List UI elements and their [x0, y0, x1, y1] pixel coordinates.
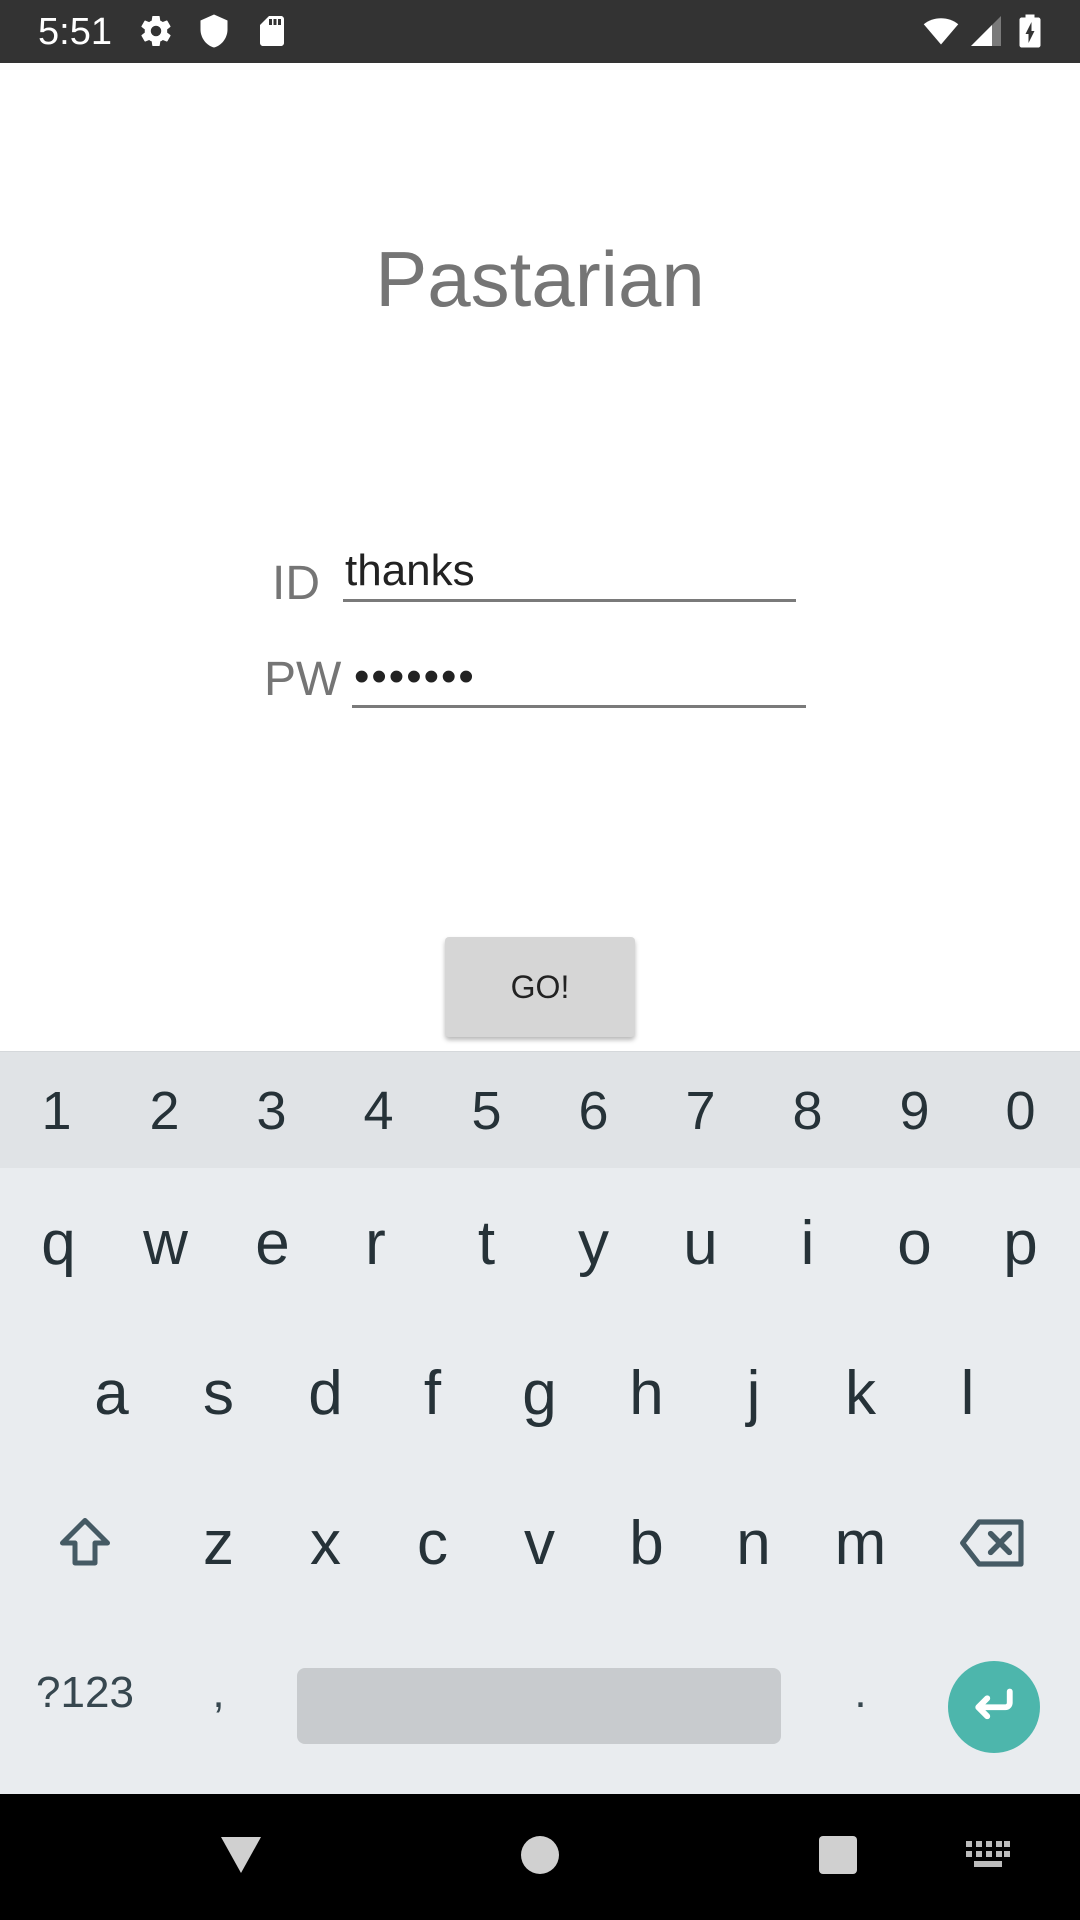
navigation-bar — [0, 1794, 1080, 1920]
key-v[interactable]: v — [486, 1468, 593, 1618]
key-5[interactable]: 5 — [433, 1052, 540, 1169]
space-key[interactable] — [297, 1668, 781, 1744]
key-2[interactable]: 2 — [111, 1052, 218, 1169]
sd-card-icon — [254, 13, 290, 49]
key-4[interactable]: 4 — [325, 1052, 432, 1169]
key-k[interactable]: k — [807, 1318, 914, 1468]
key-q[interactable]: q — [5, 1168, 112, 1318]
key-d[interactable]: d — [272, 1318, 379, 1468]
shield-icon — [196, 13, 232, 49]
key-g[interactable]: g — [486, 1318, 593, 1468]
enter-key[interactable] — [948, 1661, 1040, 1753]
key-7[interactable]: 7 — [647, 1052, 754, 1169]
key-c[interactable]: c — [379, 1468, 486, 1618]
key-p[interactable]: p — [967, 1168, 1074, 1318]
id-label: ID — [272, 557, 320, 610]
battery-charging-icon — [1016, 13, 1044, 49]
key-f[interactable]: f — [379, 1318, 486, 1468]
key-r[interactable]: r — [322, 1168, 429, 1318]
key-n[interactable]: n — [700, 1468, 807, 1618]
key-3[interactable]: 3 — [218, 1052, 325, 1169]
keyboard-switch-button[interactable] — [938, 1807, 1038, 1907]
recents-square-icon — [818, 1835, 858, 1880]
shift-key[interactable] — [20, 1468, 150, 1618]
key-8[interactable]: 8 — [754, 1052, 861, 1169]
key-t[interactable]: t — [433, 1168, 540, 1318]
key-y[interactable]: y — [540, 1168, 647, 1318]
key-u[interactable]: u — [647, 1168, 754, 1318]
comma-key[interactable]: , — [165, 1618, 272, 1768]
home-circle-icon — [520, 1835, 560, 1880]
pw-label: PW — [264, 653, 342, 706]
recents-button[interactable] — [788, 1807, 888, 1907]
key-w[interactable]: w — [112, 1168, 219, 1318]
key-h[interactable]: h — [593, 1318, 700, 1468]
key-0[interactable]: 0 — [967, 1052, 1074, 1169]
status-bar: 5:51 — [0, 0, 1080, 63]
key-b[interactable]: b — [593, 1468, 700, 1618]
key-6[interactable]: 6 — [540, 1052, 647, 1169]
home-button[interactable] — [490, 1807, 590, 1907]
symbols-key[interactable]: ?123 — [20, 1618, 150, 1768]
key-j[interactable]: j — [700, 1318, 807, 1468]
key-m[interactable]: m — [807, 1468, 914, 1618]
signal-icon — [968, 13, 1004, 49]
key-i[interactable]: i — [754, 1168, 861, 1318]
back-button[interactable] — [191, 1807, 291, 1907]
wifi-icon — [920, 13, 962, 49]
key-9[interactable]: 9 — [861, 1052, 968, 1169]
app-title: Pastarian — [375, 235, 705, 323]
go-button[interactable]: GO! — [445, 937, 635, 1037]
key-o[interactable]: o — [861, 1168, 968, 1318]
key-s[interactable]: s — [165, 1318, 272, 1468]
backspace-icon — [958, 1515, 1028, 1571]
enter-icon — [967, 1678, 1021, 1737]
back-triangle-icon — [217, 1833, 265, 1882]
number-row: 1 2 3 4 5 6 7 8 9 0 — [0, 1051, 1080, 1168]
shift-icon — [55, 1513, 115, 1573]
id-input[interactable] — [343, 542, 796, 602]
gear-icon — [138, 13, 174, 49]
password-input[interactable] — [352, 648, 806, 708]
period-key[interactable]: . — [807, 1618, 914, 1768]
status-time: 5:51 — [38, 11, 112, 53]
key-a[interactable]: a — [58, 1318, 165, 1468]
key-e[interactable]: e — [219, 1168, 326, 1318]
backspace-key[interactable] — [928, 1468, 1058, 1618]
key-x[interactable]: x — [272, 1468, 379, 1618]
keyboard-switch-icon — [966, 1840, 1010, 1874]
key-z[interactable]: z — [165, 1468, 272, 1618]
key-1[interactable]: 1 — [3, 1052, 110, 1169]
key-l[interactable]: l — [914, 1318, 1021, 1468]
